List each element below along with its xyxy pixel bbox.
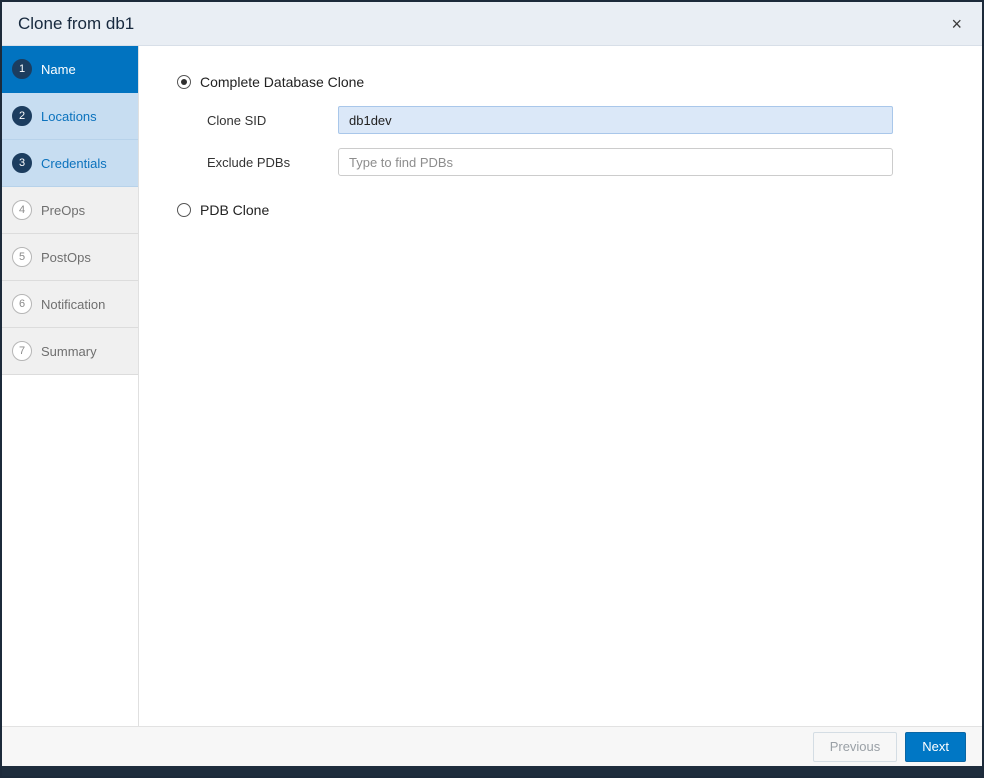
step-label: Locations [41,109,97,124]
step-number-badge: 5 [12,247,32,267]
step-label: Notification [41,297,105,312]
step-locations[interactable]: 2 Locations [2,93,138,140]
footer-bar: Previous Next [2,726,982,766]
exclude-pdbs-label: Exclude PDBs [207,155,338,170]
step-label: Name [41,62,76,77]
clone-wizard-dialog: Clone from db1 × 1 Name 2 Locations 3 Cr… [0,0,984,778]
clone-sid-input[interactable] [338,106,893,134]
next-button[interactable]: Next [905,732,966,762]
step-name[interactable]: 1 Name [2,46,138,93]
step-label: PreOps [41,203,85,218]
step-number-badge: 4 [12,200,32,220]
clone-sid-row: Clone SID [207,106,982,134]
step-credentials[interactable]: 3 Credentials [2,140,138,187]
step-number-badge: 3 [12,153,32,173]
step-label: Summary [41,344,97,359]
pdb-clone-radio[interactable] [177,203,191,217]
exclude-pdbs-input[interactable] [338,148,893,176]
content-panel: Complete Database Clone Clone SID Exclud… [139,46,982,726]
step-notification[interactable]: 6 Notification [2,281,138,328]
complete-database-clone-radio[interactable] [177,75,191,89]
step-label: PostOps [41,250,91,265]
wizard-steps-sidebar: 1 Name 2 Locations 3 Credentials 4 PreOp… [2,46,139,726]
previous-button[interactable]: Previous [813,732,898,762]
complete-database-clone-option[interactable]: Complete Database Clone [177,74,364,90]
step-postops[interactable]: 5 PostOps [2,234,138,281]
step-summary[interactable]: 7 Summary [2,328,138,375]
step-preops[interactable]: 4 PreOps [2,187,138,234]
dialog-header: Clone from db1 × [2,2,982,46]
step-number-badge: 1 [12,59,32,79]
complete-database-clone-label: Complete Database Clone [200,74,364,90]
bottom-accent-bar [2,766,982,776]
step-label: Credentials [41,156,107,171]
dialog-body: 1 Name 2 Locations 3 Credentials 4 PreOp… [2,46,982,726]
pdb-clone-option[interactable]: PDB Clone [177,202,269,218]
clone-sid-label: Clone SID [207,113,338,128]
dialog-title: Clone from db1 [18,14,134,34]
step-number-badge: 6 [12,294,32,314]
pdb-clone-label: PDB Clone [200,202,269,218]
exclude-pdbs-row: Exclude PDBs [207,148,982,176]
close-icon[interactable]: × [947,13,966,35]
step-number-badge: 2 [12,106,32,126]
step-number-badge: 7 [12,341,32,361]
